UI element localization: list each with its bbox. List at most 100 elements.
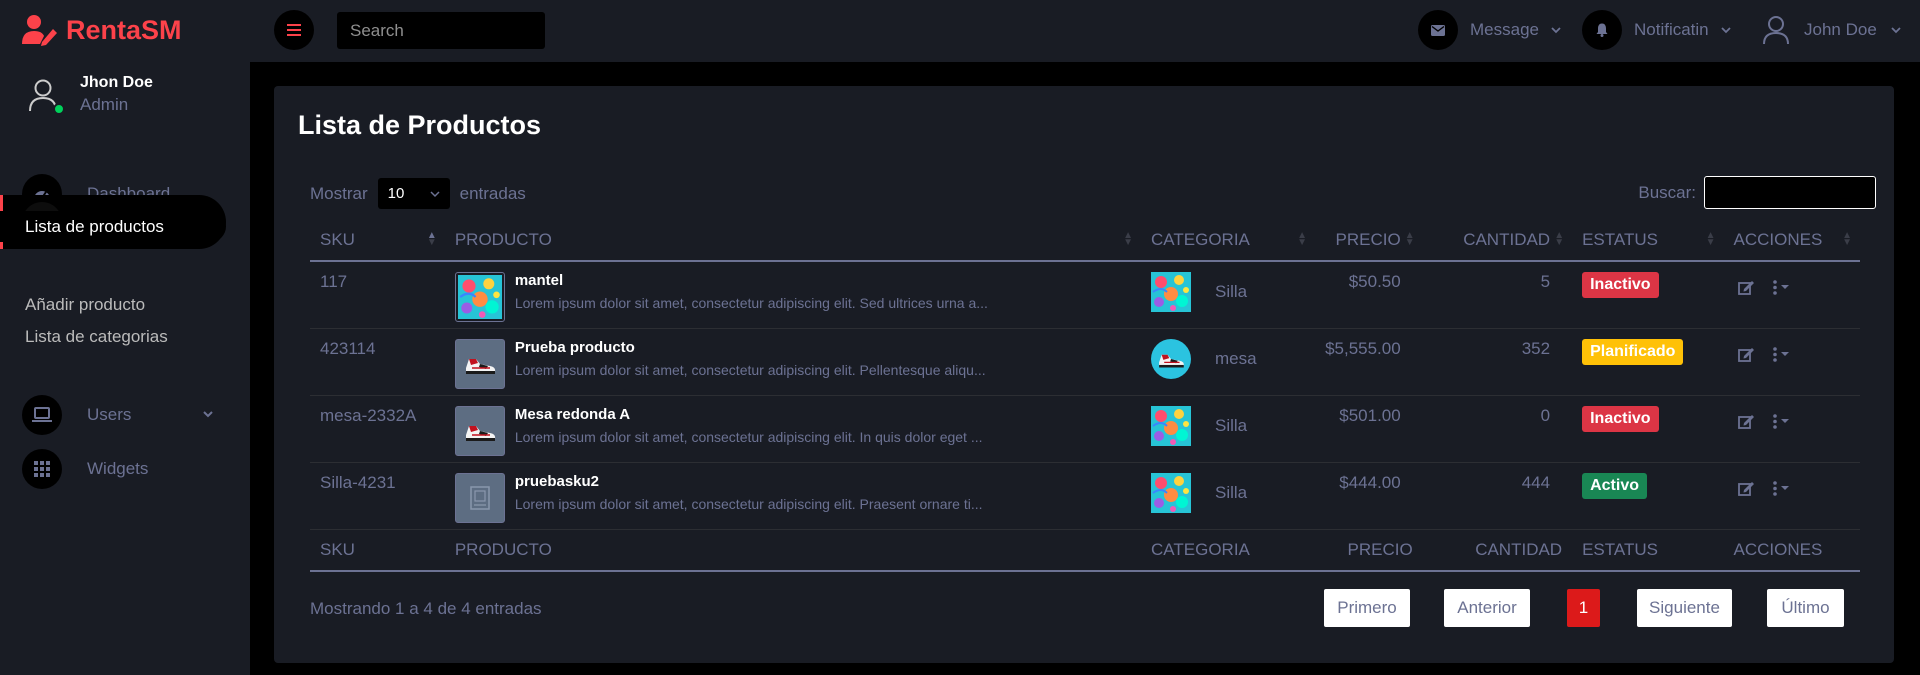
table-search-input[interactable] [1704, 176, 1876, 209]
online-status-dot [53, 102, 65, 115]
sidebar-item-widgets[interactable]: Widgets [0, 442, 226, 496]
colorful-pattern-image [1151, 406, 1191, 446]
edit-icon[interactable] [1737, 481, 1755, 496]
brand-logo[interactable]: RentaSM [22, 10, 182, 50]
notification-dropdown[interactable]: Notificatin [1582, 10, 1731, 50]
product-name[interactable]: Mesa redonda A [515, 406, 983, 423]
cell-sku: mesa-2332A [320, 405, 417, 425]
page-title: Lista de Productos [298, 110, 542, 140]
sort-icon: ▲ ▼ [1297, 230, 1308, 248]
cell-sku: 117 [320, 272, 348, 291]
sidebar-subitem-anadir-producto[interactable]: Añadir producto [25, 295, 145, 315]
table-row: Silla-4231 pruebasku2 Lorem ipsum dolor … [310, 462, 1860, 529]
table-filter: Buscar: [1638, 176, 1876, 209]
column-header-sku[interactable]: SKU ▲ ▼ [310, 219, 445, 261]
pagination-first-button[interactable]: Primero [1324, 589, 1410, 627]
user-dropdown[interactable]: John Doe [1762, 10, 1901, 50]
pagination-prev-button[interactable]: Anterior [1444, 589, 1530, 627]
cell-quantity: 0 [1540, 405, 1551, 425]
footer-producto: PRODUCTO [454, 539, 552, 559]
more-actions-button[interactable] [1772, 413, 1789, 429]
column-header-producto[interactable]: PRODUCTO ▲ ▼ [445, 219, 1141, 261]
column-header-estatus[interactable]: ESTATUS ▲ ▼ [1572, 219, 1723, 261]
sidebar-toggle-button[interactable] [274, 10, 314, 50]
envelope-icon [1431, 24, 1445, 36]
more-actions-button[interactable] [1772, 480, 1789, 496]
sidebar: Jhon Doe Admin Dashboard eCommerce Lista… [0, 62, 250, 675]
column-header-precio[interactable]: PRECIO ▲ ▼ [1315, 219, 1423, 261]
category-thumbnail [1151, 406, 1191, 446]
cell-sku: 423114 [320, 338, 376, 358]
sidebar-subitem-lista-categorias[interactable]: Lista de categorias [25, 327, 168, 347]
edit-icon[interactable] [1737, 414, 1755, 429]
message-dropdown[interactable]: Message [1418, 10, 1561, 50]
pagination-last-button[interactable]: Último [1767, 589, 1844, 627]
cell-product: mantel Lorem ipsum dolor sit amet, conse… [445, 261, 1141, 328]
footer-cantidad: CANTIDAD [1475, 539, 1563, 559]
kebab-icon [1772, 346, 1777, 362]
cell-price: $50.50 [1348, 272, 1401, 291]
footer-estatus: ESTATUS [1582, 539, 1658, 559]
category-name: Silla [1215, 415, 1248, 435]
length-prefix: Mostrar [310, 183, 368, 203]
more-actions-button[interactable] [1772, 346, 1789, 362]
profile-role: Admin [80, 95, 129, 114]
product-thumbnail[interactable] [454, 272, 505, 322]
avatar [28, 78, 65, 115]
cell-product: Prueba producto Lorem ipsum dolor sit am… [445, 328, 1141, 395]
sort-icon: ▲ ▼ [1404, 230, 1415, 248]
entries-length-select[interactable]: 10 [377, 178, 450, 209]
pagination-page-1[interactable]: 1 [1567, 589, 1600, 627]
sidebar-item-users[interactable]: Users [0, 388, 226, 442]
sidebar-subitem-lista-productos[interactable]: Lista de productos [0, 211, 226, 242]
sneaker-image [460, 411, 500, 451]
table-header-row: SKU ▲ ▼ PRODUCTO ▲ ▼ CATEGORIA ▲ ▼ PRECIO ▲ ▼ CA… [310, 219, 1860, 261]
product-description: Lorem ipsum dolor sit amet, consectetur … [514, 428, 983, 445]
products-table: SKU ▲ ▼ PRODUCTO ▲ ▼ CATEGORIA ▲ ▼ PRECIO ▲ ▼ CA… [310, 219, 1860, 572]
search-input[interactable] [337, 12, 545, 49]
cell-actions [1724, 395, 1861, 462]
cell-price: $501.00 [1339, 405, 1401, 425]
laptop-icon [32, 407, 52, 422]
menu-icon [287, 24, 301, 36]
bell-icon [1596, 23, 1608, 37]
colorful-pattern-image [458, 275, 502, 319]
sidebar-profile[interactable]: Jhon Doe Admin [28, 74, 153, 115]
product-name[interactable]: pruebasku2 [515, 473, 983, 490]
cell-category: Silla [1141, 462, 1315, 529]
product-name[interactable]: Prueba producto [515, 339, 986, 356]
cell-actions [1724, 328, 1861, 395]
cell-quantity: 444 [1521, 472, 1551, 492]
sidebar-item-label: Users [87, 405, 132, 424]
widgets-icon-wrap [22, 449, 62, 489]
kebab-icon [1772, 280, 1777, 295]
product-thumbnail[interactable] [454, 472, 505, 523]
grid-icon [34, 461, 50, 477]
footer-precio: PRECIO [1347, 539, 1413, 559]
status-badge: Inactivo [1582, 405, 1659, 432]
product-thumbnail[interactable] [454, 338, 505, 389]
chevron-down-icon [203, 411, 213, 418]
edit-icon[interactable] [1737, 280, 1755, 295]
category-thumbnail [1151, 473, 1191, 513]
colorful-pattern-image [1151, 473, 1191, 513]
pagination-next-button[interactable]: Siguiente [1637, 589, 1732, 627]
sidebar-item-label: Widgets [87, 459, 149, 478]
cell-price: $5,555.00 [1325, 338, 1401, 358]
message-icon-button [1418, 10, 1458, 50]
sneaker-image [460, 344, 500, 384]
cell-price: $444.00 [1339, 472, 1401, 492]
more-actions-button[interactable] [1772, 280, 1789, 295]
column-header-acciones[interactable]: ACCIONES ▲ ▼ [1724, 219, 1861, 261]
edit-icon[interactable] [1737, 347, 1755, 362]
cell-category: mesa [1141, 328, 1315, 395]
column-header-cantidad[interactable]: CANTIDAD ▲ ▼ [1423, 219, 1572, 261]
table-row: 117 mantel Lorem ipsum dolor sit amet, c… [310, 261, 1860, 328]
user-avatar-icon [1763, 16, 1789, 45]
product-name[interactable]: mantel [515, 272, 988, 289]
column-header-categoria[interactable]: CATEGORIA ▲ ▼ [1141, 219, 1315, 261]
table-row: 423114 Prueba producto Lorem ipsum dolor… [310, 328, 1860, 395]
status-badge: Activo [1582, 472, 1647, 499]
product-thumbnail[interactable] [454, 405, 505, 456]
cell-status: Activo [1572, 462, 1723, 529]
